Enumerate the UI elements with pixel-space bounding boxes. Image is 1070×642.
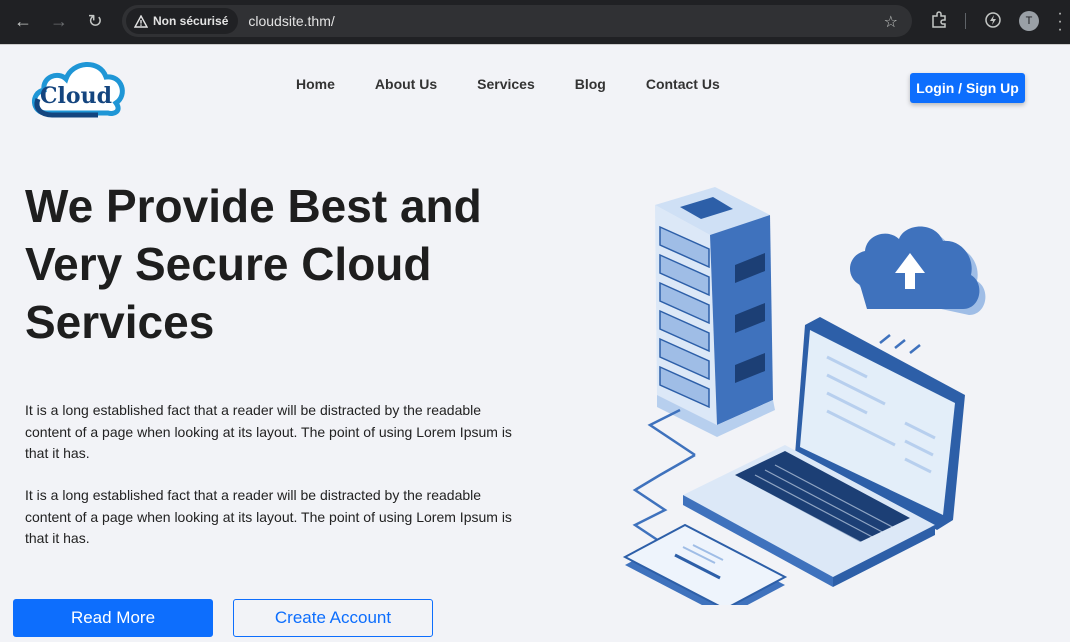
security-chip[interactable]: Non sécurisé [126,8,239,34]
server-icon [655,187,775,437]
hero-paragraph-1: It is a long established fact that a rea… [25,402,512,461]
webpage: Cloud Home About Us Services Blog Contac… [0,44,1070,642]
main-nav: Home About Us Services Blog Contact Us [296,76,760,92]
profile-avatar[interactable]: T [1019,11,1039,31]
performance-icon[interactable] [984,11,1002,29]
address-bar[interactable]: Non sécurisé cloudsite.thm/ ☆ [122,5,912,37]
hero-title-line2: Very Secure Cloud [25,238,432,290]
nav-contact-us[interactable]: Contact Us [646,76,720,92]
logo-text: Cloud [40,83,112,109]
browser-toolbar: ← → ↻ Non sécurisé cloudsite.thm/ ☆ T · ·… [0,0,1070,44]
nav-about-us[interactable]: About Us [375,76,437,92]
logo[interactable]: Cloud [28,57,128,119]
hero-title: We Provide Best and Very Secure Cloud Se… [25,177,545,351]
hero-title-line3: Services [25,296,215,348]
create-account-button[interactable]: Create Account [233,599,433,637]
hero-paragraph-2: It is a long established fact that a rea… [25,487,512,546]
security-label: Non sécurisé [153,14,229,28]
login-signup-button[interactable]: Login / Sign Up [910,73,1025,103]
reload-icon[interactable]: ↻ [84,10,106,32]
warning-icon [134,14,148,28]
nav-services[interactable]: Services [477,76,535,92]
back-icon[interactable]: ← [12,10,34,32]
url-text[interactable]: cloudsite.thm/ [248,13,334,29]
nav-blog[interactable]: Blog [575,76,606,92]
star-icon[interactable]: ☆ [884,12,898,32]
forward-icon[interactable]: → [48,10,70,32]
extensions-icon[interactable] [930,11,948,29]
read-more-button[interactable]: Read More [13,599,213,637]
toolbar-separator [965,13,966,29]
upload-cloud-icon [849,226,986,315]
hero-title-line1: We Provide Best and [25,180,482,232]
nav-home[interactable]: Home [296,76,335,92]
menu-icon[interactable]: · · · [1057,6,1063,38]
cloud-server-illustration [622,187,986,605]
